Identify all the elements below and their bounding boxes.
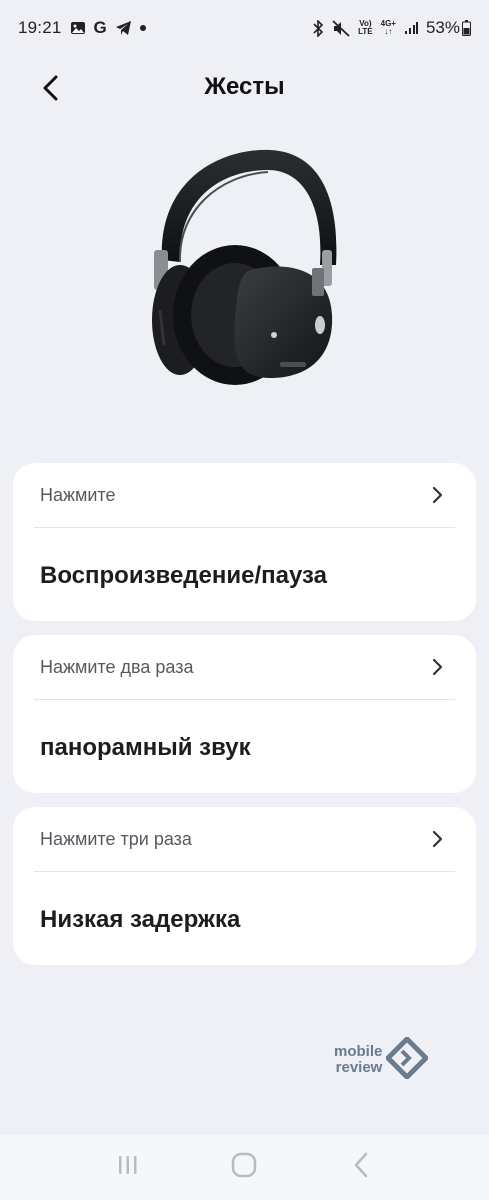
network-activity: ↓↑ [384,27,393,36]
dot-icon [139,25,146,31]
watermark-line2: review [335,1059,383,1076]
mobile-review-logo-icon [384,1034,430,1084]
watermark-text: mobile review [334,1044,382,1076]
gesture-action: Воспроизведение/пауза [40,562,327,589]
divider [34,699,455,700]
status-bar-left: 19:21 G [18,18,146,38]
gesture-label: Нажмите два раза [40,657,194,677]
mute-icon [332,19,350,37]
gesture-card-triple-tap[interactable]: Нажмите три раза Низкая задержка [13,807,476,965]
page-title: Жесты [204,73,285,100]
volte-bottom: LTE [358,27,373,36]
header: Жесты [0,60,489,120]
volte-icon: Vo) LTE [358,20,373,36]
gesture-card-double-tap[interactable]: Нажмите два раза панорамный звук [13,635,476,793]
status-time: 19:21 [18,18,62,37]
divider [34,527,455,528]
gesture-label: Нажмите [40,485,116,505]
navigation-bar [0,1135,489,1200]
home-icon [231,1152,257,1183]
telegram-icon [115,20,132,36]
back-icon [351,1152,371,1183]
divider [34,871,455,872]
recent-apps-button[interactable] [108,1148,148,1188]
gesture-card-single-tap[interactable]: Нажмите Воспроизведение/пауза [13,463,476,621]
recent-apps-icon [116,1154,140,1181]
chevron-right-icon [430,484,446,506]
gesture-action: панорамный звук [40,734,251,761]
headphones-image [140,140,350,390]
status-bar: 19:21 G Vo) LTE 4G+ ↓↑ 53% [0,0,489,56]
signal-icon [404,21,418,35]
chevron-right-icon [430,828,446,850]
system-back-button[interactable] [341,1148,381,1188]
chevron-right-icon [430,656,446,678]
gesture-label: Нажмите три раза [40,829,192,849]
network-icon: 4G+ ↓↑ [381,20,396,36]
watermark: mobile review [334,1034,444,1081]
watermark-line1: mobile [334,1043,383,1060]
battery-percent: 53% [425,18,460,37]
status-bar-right: Vo) LTE 4G+ ↓↑ 53% [312,18,471,38]
bluetooth-icon [312,19,324,37]
google-icon: G [93,18,107,37]
gesture-action: Низкая задержка [40,906,241,933]
home-button[interactable] [224,1148,264,1188]
battery-icon [462,20,471,36]
gallery-icon [70,20,86,36]
